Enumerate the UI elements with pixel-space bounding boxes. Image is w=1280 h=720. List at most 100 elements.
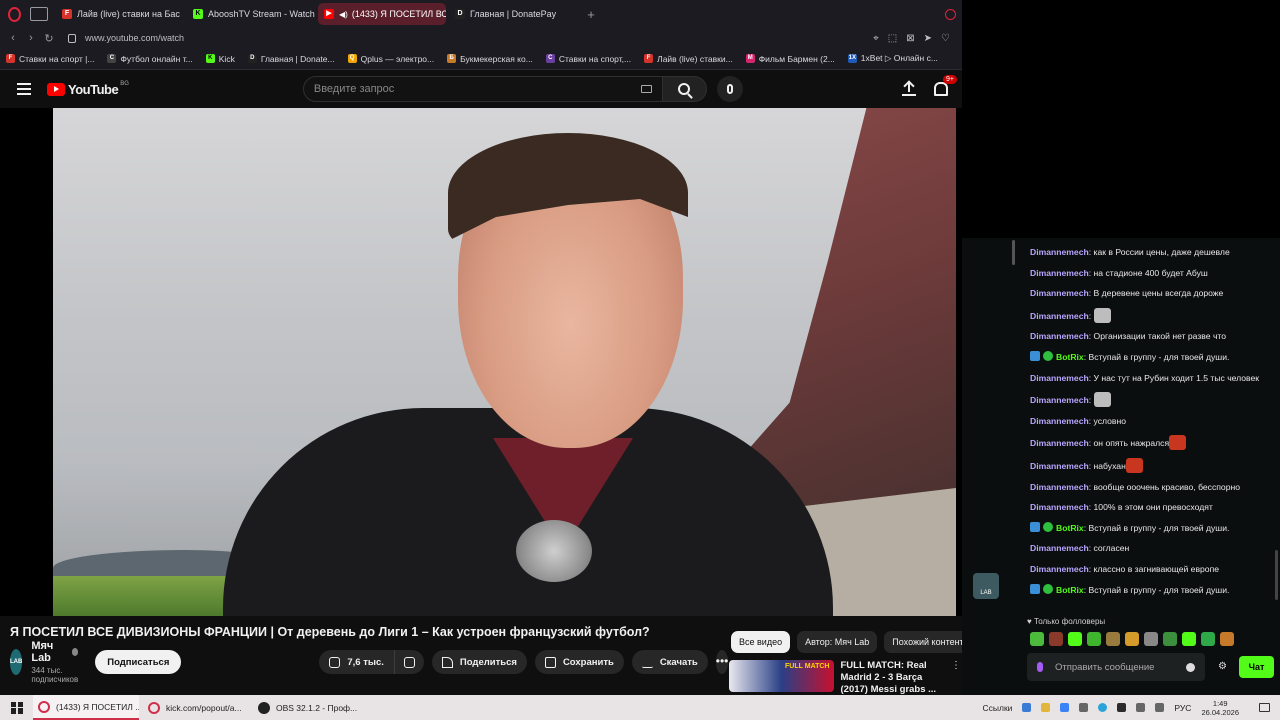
forward-icon[interactable]: › — [22, 32, 40, 44]
chip-author[interactable]: Автор: Мяч Lab — [797, 631, 878, 653]
url-field[interactable]: www.youtube.com/watch — [85, 33, 184, 43]
emote-icon[interactable] — [1182, 632, 1196, 646]
share-button[interactable]: Поделиться — [431, 650, 527, 674]
menu-icon[interactable] — [17, 80, 31, 98]
chat-username[interactable]: Dimannemech — [1030, 461, 1089, 471]
channel-name-row[interactable]: Мяч Lab — [31, 640, 79, 664]
bookmark[interactable]: M Фильм Бармен (2... — [745, 54, 835, 64]
snapshot-icon[interactable]: ⬚ — [888, 33, 897, 44]
browser-tab[interactable]: D Главная | DonatePay — [449, 3, 577, 25]
more-vertical-icon[interactable]: ⋮ — [951, 660, 961, 692]
bookmark[interactable]: D Главная | Donate... — [247, 54, 335, 64]
dislike-button[interactable] — [394, 650, 424, 674]
shield-icon[interactable]: ⊠ — [906, 33, 914, 44]
browser-tab-active[interactable]: ▶ ◀) (1433) Я ПОСЕТИЛ ВС — [318, 3, 446, 25]
search-button[interactable] — [662, 76, 707, 102]
chat-username[interactable]: BotRix — [1056, 352, 1084, 362]
bookmark[interactable]: C Футбол онлайн т... — [107, 54, 193, 64]
chat-settings-gear-icon[interactable]: ⚙ — [1218, 661, 1227, 672]
chat-username[interactable]: Dimannemech — [1030, 502, 1089, 512]
chat-username[interactable]: Dimannemech — [1030, 331, 1089, 341]
chat-username[interactable]: Dimannemech — [1030, 395, 1089, 405]
recommended-thumbnail[interactable]: FULL MATCH — [729, 660, 834, 692]
volume-icon[interactable] — [1155, 703, 1165, 712]
notifications-bell-icon[interactable]: 9+ — [934, 75, 957, 96]
heart-icon[interactable]: ♡ — [941, 33, 950, 44]
chat-message-input[interactable]: Отправить сообщение — [1027, 653, 1205, 681]
emote-icon[interactable] — [1144, 632, 1158, 646]
chat-username[interactable]: Dimannemech — [1030, 373, 1089, 383]
send-icon[interactable]: ➤ — [924, 33, 932, 44]
clock[interactable]: 1:49 26.04.2026 — [1201, 699, 1239, 717]
chat-send-button[interactable]: Чат — [1239, 656, 1274, 678]
more-actions-button[interactable]: ••• — [715, 650, 729, 674]
recommended-video[interactable]: FULL MATCH FULL MATCH: Real Madrid 2 - 3… — [729, 660, 961, 695]
taskbar-app[interactable]: OBS 32.1.2 - Проф... — [253, 695, 359, 720]
tab-search-icon[interactable] — [945, 8, 956, 20]
network-icon[interactable] — [1136, 703, 1146, 712]
chat-scrollbar[interactable] — [1275, 550, 1278, 600]
chat-username[interactable]: BotRix — [1056, 523, 1084, 533]
chat-username[interactable]: Dimannemech — [1030, 247, 1089, 257]
bookmark[interactable]: F Ставки на спорт |... — [6, 54, 94, 64]
onedrive-icon[interactable] — [1022, 703, 1032, 712]
bookmark[interactable]: 1X 1xBet ▷ Онлайн с... — [847, 53, 938, 64]
emote-icon[interactable] — [1087, 632, 1101, 646]
taskbar-app[interactable]: kick.com/popout/a... — [143, 695, 249, 720]
video-frame[interactable] — [53, 108, 956, 616]
opera-logo-icon[interactable] — [0, 0, 28, 28]
chat-username[interactable]: Dimannemech — [1030, 416, 1089, 426]
pin-icon[interactable]: ⌖ — [873, 33, 879, 44]
chat-username[interactable]: Dimannemech — [1030, 311, 1089, 321]
emote-icon[interactable] — [1106, 632, 1120, 646]
chat-username[interactable]: Dimannemech — [1030, 438, 1089, 448]
emote-icon[interactable] — [1049, 632, 1063, 646]
chat-username[interactable]: Dimannemech — [1030, 288, 1089, 298]
chat-username[interactable]: BotRix — [1056, 585, 1084, 595]
language-indicator[interactable]: РУС — [1174, 703, 1191, 713]
chat-username[interactable]: Dimannemech — [1030, 543, 1089, 553]
bookmark[interactable]: Q Qplus — электро... — [347, 54, 434, 64]
bookmark[interactable]: F Лайв (live) ставки... — [644, 54, 733, 64]
tray-app-icon[interactable] — [1041, 703, 1051, 712]
speaker-icon[interactable]: ◀) — [339, 10, 348, 19]
tray-app-icon[interactable] — [1117, 703, 1127, 712]
bookmark[interactable]: Б Букмекерская ко... — [447, 54, 533, 64]
emote-icon[interactable] — [1220, 632, 1234, 646]
keyboard-icon[interactable] — [640, 85, 652, 93]
back-icon[interactable]: ‹ — [4, 32, 22, 44]
windows-start-icon[interactable] — [11, 701, 23, 714]
create-upload-icon[interactable] — [902, 82, 916, 96]
bookmark[interactable]: K Kick — [205, 54, 235, 64]
emote-icon[interactable] — [1068, 632, 1082, 646]
chat-username[interactable]: Dimannemech — [1030, 482, 1089, 492]
chip-all-videos[interactable]: Все видео — [731, 631, 791, 653]
telegram-icon[interactable] — [1098, 703, 1108, 712]
like-button[interactable]: 7,6 тыс. — [319, 650, 395, 674]
reload-icon[interactable]: ↻ — [40, 32, 58, 45]
save-button[interactable]: Сохранить — [534, 650, 624, 674]
tab-island-icon[interactable] — [30, 7, 48, 21]
notification-center-icon[interactable] — [1259, 703, 1270, 712]
emote-icon[interactable] — [1163, 632, 1177, 646]
chat-username[interactable]: Dimannemech — [1030, 268, 1089, 278]
scrollbar-left[interactable] — [1012, 240, 1015, 265]
channel-avatar[interactable]: LAB — [10, 649, 23, 675]
taskbar-app[interactable]: (1433) Я ПОСЕТИЛ ... — [33, 695, 139, 720]
browser-tab[interactable]: F Лайв (live) ставки на Бас — [56, 3, 184, 25]
new-tab-button[interactable]: + — [580, 7, 602, 22]
emote-icon[interactable] — [1201, 632, 1215, 646]
emote-icon[interactable] — [1125, 632, 1139, 646]
tray-app-icon[interactable] — [1079, 703, 1089, 712]
emote-icon[interactable] — [1030, 632, 1044, 646]
download-button[interactable]: Скачать — [631, 650, 708, 674]
youtube-logo[interactable]: YouTube BG — [47, 81, 129, 97]
browser-tab[interactable]: K AbooshTV Stream - Watch — [187, 3, 315, 25]
recommended-title[interactable]: FULL MATCH: Real Madrid 2 - 3 Barça (201… — [841, 660, 946, 695]
voice-icon[interactable] — [1037, 662, 1043, 672]
subscribe-button[interactable]: Подписаться — [95, 650, 182, 674]
emoji-picker-icon[interactable] — [1186, 662, 1195, 672]
chip-related[interactable]: Похожий контент — [884, 631, 963, 653]
bookmark[interactable]: С Ставки на спорт,... — [545, 54, 631, 64]
channel-name[interactable]: Мяч Lab — [31, 640, 67, 664]
